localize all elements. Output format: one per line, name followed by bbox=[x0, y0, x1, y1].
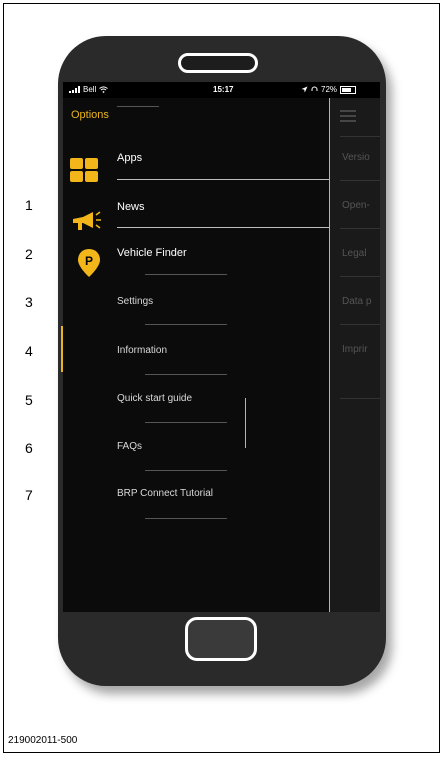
divider-news bbox=[117, 227, 329, 228]
left-edge-indicator bbox=[61, 326, 63, 372]
location-arrow-icon bbox=[301, 86, 308, 93]
phone-screen: Bell 15:17 72% Options Apps News P Vehic… bbox=[63, 82, 380, 612]
battery-icon bbox=[340, 85, 357, 94]
callout-7: 7 bbox=[25, 487, 33, 503]
divider-tutorial bbox=[145, 518, 227, 519]
status-bar: Bell 15:17 72% bbox=[63, 82, 380, 98]
headphones-icon bbox=[311, 86, 318, 91]
title-divider bbox=[117, 106, 159, 107]
menu-item-settings[interactable]: Settings bbox=[117, 296, 153, 307]
side-item-data-privacy[interactable]: Data p bbox=[342, 296, 371, 307]
divider-vehicle-finder bbox=[145, 274, 227, 275]
callout-1: 1 bbox=[25, 197, 33, 213]
menu-item-brp-connect-tutorial[interactable]: BRP Connect Tutorial bbox=[117, 488, 213, 499]
scroll-indicator[interactable] bbox=[245, 398, 246, 448]
side-divider-3 bbox=[340, 276, 380, 277]
divider-faqs bbox=[145, 470, 227, 471]
parking-pin-icon: P bbox=[78, 249, 100, 277]
side-item-version[interactable]: Versio bbox=[342, 152, 370, 163]
side-item-imprint[interactable]: Imprir bbox=[342, 344, 368, 355]
menu-title: Options bbox=[71, 109, 109, 121]
callout-4: 4 bbox=[25, 343, 33, 359]
callout-5: 5 bbox=[25, 392, 33, 408]
menu-item-information[interactable]: Information bbox=[117, 345, 167, 356]
carrier-name: Bell bbox=[83, 85, 97, 94]
side-item-open-source[interactable]: Open- bbox=[342, 200, 370, 211]
svg-text:P: P bbox=[85, 254, 93, 268]
signal-icon bbox=[69, 86, 80, 93]
side-divider-0 bbox=[340, 136, 380, 137]
callout-3: 3 bbox=[25, 294, 33, 310]
information-panel: Versio Open- Legal Data p Imprir bbox=[329, 98, 380, 612]
side-divider-5 bbox=[340, 398, 380, 399]
panel-edge-line bbox=[329, 98, 330, 612]
options-menu: Options Apps News P Vehicle Finder Setti… bbox=[63, 98, 329, 612]
wifi-icon bbox=[99, 86, 109, 93]
side-item-legal[interactable]: Legal bbox=[342, 248, 366, 259]
phone-speaker bbox=[178, 53, 258, 73]
divider-settings bbox=[145, 324, 227, 325]
menu-item-faqs[interactable]: FAQs bbox=[117, 441, 142, 452]
divider-apps bbox=[117, 179, 329, 180]
apps-grid-icon bbox=[70, 158, 100, 184]
menu-item-apps[interactable]: Apps bbox=[117, 152, 142, 164]
side-divider-1 bbox=[340, 180, 380, 181]
divider-quick-start bbox=[145, 422, 227, 423]
menu-item-news[interactable]: News bbox=[117, 201, 145, 213]
callout-2: 2 bbox=[25, 246, 33, 262]
side-divider-2 bbox=[340, 228, 380, 229]
menu-item-vehicle-finder[interactable]: Vehicle Finder bbox=[117, 247, 187, 259]
status-right: 72% bbox=[301, 85, 357, 94]
battery-percent: 72% bbox=[321, 85, 338, 94]
menu-item-quick-start-guide[interactable]: Quick start guide bbox=[117, 393, 192, 404]
side-divider-4 bbox=[340, 324, 380, 325]
status-left: Bell bbox=[69, 85, 109, 94]
hamburger-icon[interactable] bbox=[340, 110, 356, 122]
home-button[interactable] bbox=[185, 617, 257, 661]
figure-caption: 219002011-500 bbox=[8, 735, 78, 746]
status-time: 15:17 bbox=[213, 85, 234, 94]
megaphone-icon bbox=[73, 211, 101, 230]
callout-6: 6 bbox=[25, 440, 33, 456]
divider-information bbox=[145, 374, 227, 375]
